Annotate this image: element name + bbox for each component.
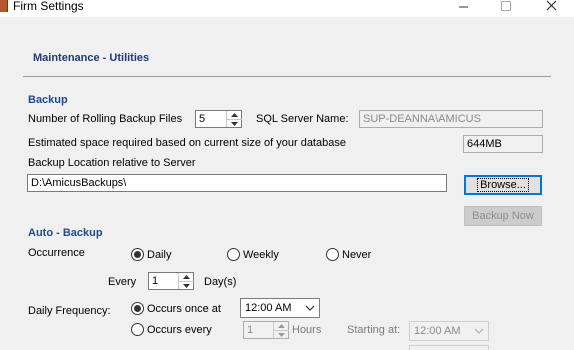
- sql-server-label: SQL Server Name:: [256, 113, 349, 125]
- maximize-button[interactable]: [483, 0, 529, 14]
- days-label: Day(s): [204, 276, 237, 288]
- occurs-every-hours-value: 1: [247, 324, 254, 336]
- spin-up-icon: [274, 322, 289, 330]
- maximize-icon: [501, 1, 511, 11]
- minimize-icon: [459, 6, 468, 8]
- space-label: Estimated space required based on curren…: [28, 137, 346, 149]
- auto-backup-section-title: Auto - Backup: [28, 227, 103, 239]
- every-days-stepper[interactable]: 1: [148, 272, 194, 290]
- occurs-once-label[interactable]: Occurs once at: [147, 303, 221, 316]
- rolling-files-stepper[interactable]: 5: [195, 110, 242, 128]
- occurs-once-radio[interactable]: [131, 302, 144, 315]
- backup-now-button: Backup Now: [464, 206, 542, 226]
- spin-down-icon: [274, 330, 289, 338]
- weekly-label[interactable]: Weekly: [243, 249, 279, 262]
- starting-at-value: 12:00 AM: [414, 325, 461, 337]
- rolling-files-label: Number of Rolling Backup Files: [28, 113, 183, 125]
- weekly-radio[interactable]: [227, 248, 240, 261]
- daily-label[interactable]: Daily: [147, 249, 171, 262]
- heading-divider: [23, 76, 551, 77]
- chevron-down-icon: [305, 305, 315, 311]
- starting-at-select: 12:00 AM: [409, 321, 489, 341]
- sql-server-field: SUP-DEANNA\AMICUS: [359, 110, 543, 128]
- every-label: Every: [108, 276, 137, 288]
- occurs-every-radio[interactable]: [131, 323, 144, 336]
- every-days-value: 1: [152, 275, 159, 287]
- rolling-files-value: 5: [199, 113, 206, 125]
- occurrence-label: Occurrence: [28, 247, 85, 259]
- minimize-button[interactable]: [440, 0, 486, 14]
- location-label: Backup Location relative to Server: [28, 157, 196, 169]
- page-heading: Maintenance - Utilities: [33, 52, 150, 64]
- occurs-every-hours-stepper: 1: [243, 321, 289, 339]
- hours-label: Hours: [292, 324, 322, 336]
- spin-down-icon[interactable]: [179, 281, 194, 289]
- daily-frequency-label: Daily Frequency:: [28, 305, 111, 317]
- never-radio[interactable]: [326, 248, 339, 261]
- close-icon: [546, 0, 557, 11]
- occurs-once-time-value: 12:00 AM: [245, 302, 292, 314]
- window-title: Firm Settings: [13, 0, 84, 13]
- ending-at-select: [409, 345, 489, 350]
- browse-button-label: Browse...: [477, 178, 529, 192]
- starting-at-label: Starting at:: [347, 324, 401, 336]
- browse-button[interactable]: Browse...: [464, 175, 542, 195]
- app-icon: [0, 0, 8, 12]
- close-button[interactable]: [528, 0, 574, 14]
- backup-location-input[interactable]: D:\AmicusBackups\: [27, 174, 447, 192]
- title-bar: Firm Settings: [0, 0, 574, 17]
- never-label[interactable]: Never: [342, 249, 371, 262]
- daily-radio[interactable]: [131, 248, 144, 261]
- occurs-every-label[interactable]: Occurs every: [147, 324, 212, 337]
- spin-down-icon[interactable]: [227, 119, 242, 127]
- occurs-once-time-select[interactable]: 12:00 AM: [240, 298, 320, 318]
- space-value: 644MB: [463, 135, 543, 153]
- backup-section-title: Backup: [28, 94, 68, 106]
- chevron-down-icon: [474, 328, 484, 334]
- spin-up-icon[interactable]: [227, 111, 242, 119]
- spin-up-icon[interactable]: [179, 273, 194, 281]
